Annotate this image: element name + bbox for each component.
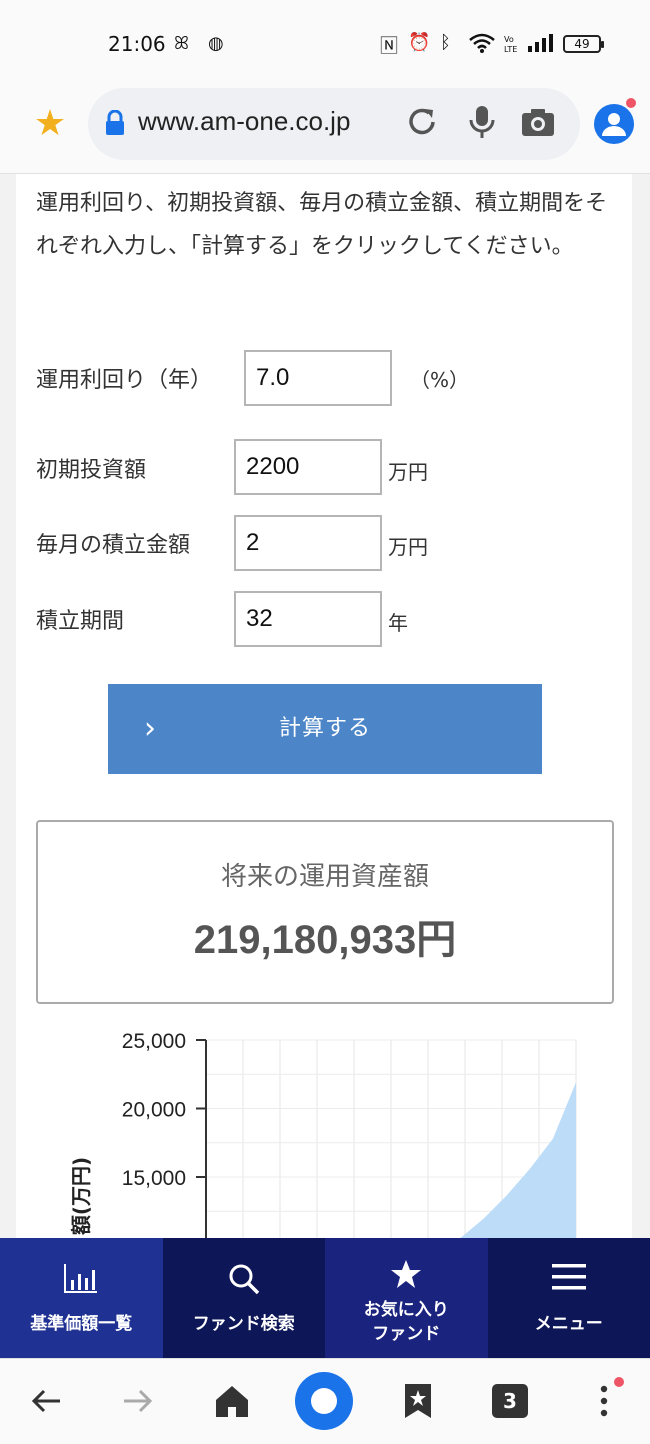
chart-tick-label: 15,000 — [122, 1167, 186, 1190]
nav-label-favorites-line2: ファンド — [372, 1324, 441, 1344]
svg-text:Vo: Vo — [504, 35, 514, 44]
chart-y-axis-label: 額(万円) — [69, 1157, 93, 1236]
calculate-button[interactable]: › 計算する — [108, 684, 542, 774]
nav-item-favorites[interactable]: お気に入り ファンド — [325, 1238, 488, 1358]
bookmark-star-icon[interactable]: ★ — [30, 104, 70, 144]
browser-home-button[interactable] — [294, 1371, 354, 1431]
chart-tick-label: 25,000 — [122, 1030, 186, 1053]
signal-icon — [528, 34, 553, 52]
monthly-label: 毎月の積立金額 — [36, 533, 191, 558]
period-unit: 年 — [388, 611, 408, 635]
browser-toolbar: ★ www.am-one.co.jp — [0, 84, 650, 174]
calculate-button-label: 計算する — [278, 716, 371, 741]
camera-icon[interactable] — [520, 104, 556, 140]
profile-icon[interactable] — [594, 104, 634, 144]
volte-icon: Vo LTE — [504, 35, 517, 54]
result-box: 将来の運用資産額 219,180,933円 — [36, 820, 614, 1004]
period-input[interactable]: 32 — [234, 591, 382, 647]
nav-item-price-list[interactable]: 基準価額一覧 — [0, 1238, 163, 1358]
period-label: 積立期間 — [36, 609, 125, 634]
asset-growth-chart: 25,000 20,000 15,000 額(万円) — [69, 1030, 577, 1238]
status-time: 21:06 — [108, 32, 166, 56]
battery-icon: 49 — [563, 35, 604, 53]
notification-dot — [626, 98, 636, 108]
star-icon — [391, 1260, 422, 1288]
monthly-input[interactable]: 2 — [234, 515, 382, 571]
monthly-unit: 万円 — [388, 535, 428, 559]
browser-bottom-bar: 3 — [0, 1358, 650, 1444]
notification-dot — [614, 1377, 624, 1387]
nav-label-favorites: お気に入り ファンド — [325, 1298, 488, 1346]
nfc-icon: 🄽 — [380, 36, 403, 57]
tab-count-icon[interactable]: 3 — [492, 1384, 528, 1418]
yield-label: 運用利回り（年） — [36, 368, 213, 393]
search-icon — [229, 1264, 259, 1295]
alarm-icon: ⏰ — [408, 32, 436, 53]
nav-label-favorites-line1: お気に入り — [363, 1300, 449, 1320]
nav-label-menu: メニュー — [534, 1314, 603, 1334]
yield-unit: （%） — [410, 368, 470, 392]
status-bar: 21:06 ꕤ ◍ 🄽 ⏰ ᛒ Vo LTE 49 — [0, 0, 650, 84]
home-icon[interactable] — [212, 1381, 252, 1421]
nav-label-fund-search: ファンド検索 — [192, 1314, 295, 1334]
initial-label: 初期投資額 — [36, 458, 147, 483]
globe-icon: ◍ — [208, 33, 230, 54]
chart-tick-label: 20,000 — [122, 1099, 186, 1122]
chevron-right-icon: › — [144, 711, 157, 746]
reload-icon[interactable] — [404, 104, 440, 140]
svg-text:LTE: LTE — [504, 45, 517, 54]
more-menu-icon[interactable] — [584, 1381, 624, 1421]
result-amount: 219,180,933円 — [193, 918, 457, 962]
nav-item-menu[interactable]: メニュー — [487, 1238, 650, 1358]
initial-unit: 万円 — [388, 460, 428, 484]
menu-icon — [551, 1264, 586, 1290]
result-title: 将来の運用資産額 — [220, 862, 429, 892]
kid-mode-icon: ꕤ — [174, 33, 195, 54]
bookmarks-icon[interactable] — [398, 1381, 438, 1421]
fund-nav: 基準価額一覧 ファンド検索 お気に入り ファンド メニュー — [0, 1238, 650, 1358]
page-content: 運用利回り、初期投資額、毎月の積立金額、積立期間をそれぞれ入力し、「計算する」を… — [16, 174, 632, 1238]
nav-label-price-list: 基準価額一覧 — [30, 1314, 133, 1334]
yield-input[interactable]: 7.0 — [244, 350, 392, 406]
wifi-icon — [469, 33, 495, 53]
initial-input[interactable]: 2200 — [234, 439, 382, 495]
intro-text: 運用利回り、初期投資額、毎月の積立金額、積立期間をそれぞれ入力し、「計算する」を… — [36, 191, 608, 259]
back-arrow-icon[interactable] — [26, 1381, 66, 1421]
nav-item-fund-search[interactable]: ファンド検索 — [162, 1238, 325, 1358]
url-text[interactable]: www.am-one.co.jp — [138, 106, 350, 137]
mic-icon[interactable] — [464, 104, 500, 140]
bluetooth-icon: ᛒ — [440, 32, 456, 53]
chart-icon — [64, 1264, 98, 1293]
lock-icon — [106, 110, 124, 135]
forward-arrow-icon[interactable] — [118, 1381, 158, 1421]
